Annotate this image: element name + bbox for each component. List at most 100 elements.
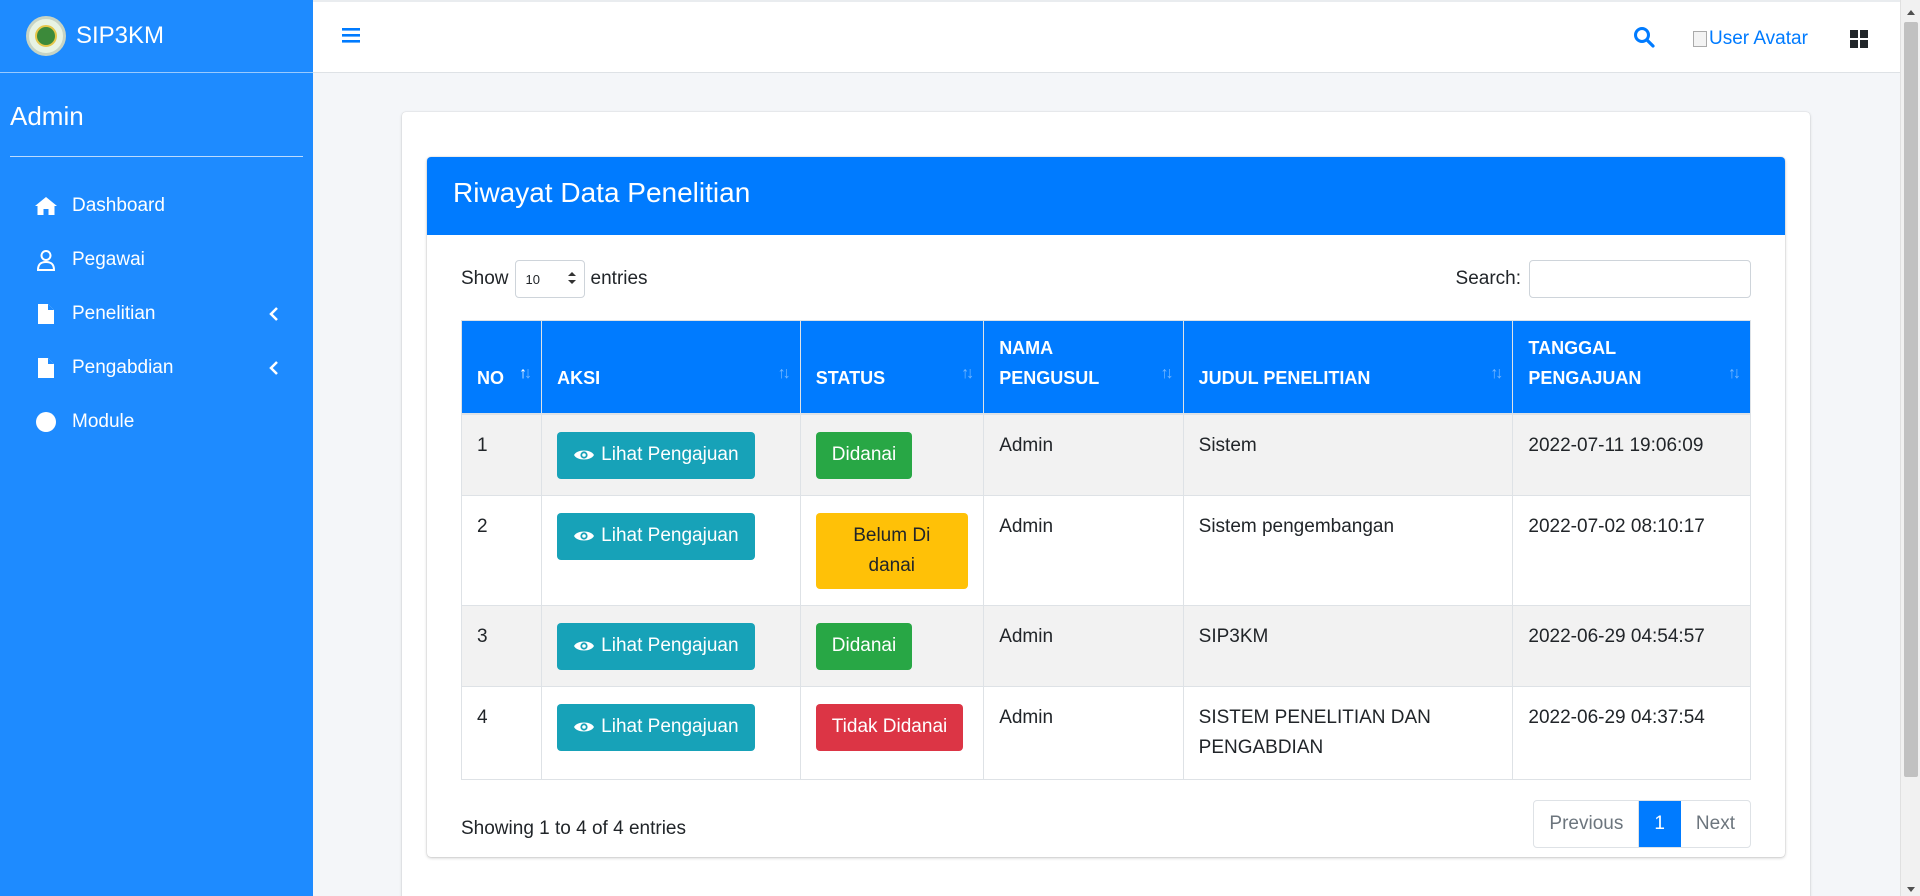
topbar: User Avatar — [313, 0, 1900, 73]
lihat-pengajuan-button[interactable]: Lihat Pengajuan — [557, 431, 755, 479]
cell-tanggal: 2022-06-29 04:37:54 — [1512, 685, 1751, 780]
pagination-previous[interactable]: Previous — [1534, 800, 1640, 847]
sort-icon: ↑↓ — [1160, 364, 1174, 382]
cell-status: Tidak Didanai — [799, 685, 985, 780]
brand-logo — [26, 16, 66, 56]
sidebar-nav: Dashboard Pegawai Penelitian Pengabdian — [0, 179, 313, 449]
cell-judul: SIP3KM — [1182, 604, 1514, 687]
brand-name: SIP3KM — [76, 22, 165, 49]
cell-aksi: Lihat Pengajuan — [541, 494, 801, 606]
cell-no: 4 — [460, 685, 543, 780]
show-label: Show — [461, 268, 509, 289]
sidebar-item-pegawai[interactable]: Pegawai — [0, 233, 313, 287]
scrollbar-thumb[interactable] — [1904, 22, 1918, 777]
cell-aksi: Lihat Pengajuan — [541, 413, 801, 496]
research-table: NO ↑↓ AKSI ↑↓ STATUS ↑↓ NAMA PENGUSUL ↑↓ JUDU… — [460, 320, 1751, 780]
broken-image-icon — [1693, 31, 1707, 47]
user-name[interactable]: Admin — [10, 101, 303, 132]
scroll-down-arrow-icon[interactable] — [1906, 881, 1916, 892]
lihat-pengajuan-button[interactable]: Lihat Pengajuan — [557, 512, 755, 560]
file-icon — [34, 356, 58, 380]
circle-icon — [34, 410, 58, 434]
status-badge: Tidak Didanai — [815, 703, 964, 751]
cell-pengusul: Admin — [983, 685, 1184, 780]
user-avatar-alt-text: User Avatar — [1709, 28, 1808, 49]
sidebar: SIP3KM Admin Dashboard Pegawai Penelitia… — [0, 0, 313, 896]
entries-select[interactable]: 10 — [514, 260, 585, 298]
sort-icon: ↑↓ — [961, 364, 974, 382]
pagination: Previous 1 Next — [1533, 799, 1751, 848]
cell-no: 1 — [460, 413, 543, 496]
user-icon — [34, 248, 58, 272]
sort-icon: ↑↓ — [1490, 364, 1503, 382]
brand-link[interactable]: SIP3KM — [0, 0, 313, 73]
sort-icon: ↑↓ — [1728, 364, 1741, 382]
card-body: Show 10 entries Search: NO ↑↓ AKSI ↑↓ ST… — [427, 235, 1785, 875]
cell-tanggal: 2022-06-29 04:54:57 — [1512, 604, 1751, 687]
sort-icon: ↑↓ — [777, 364, 791, 382]
cell-pengusul: Admin — [983, 413, 1184, 496]
column-header-aksi[interactable]: AKSI ↑↓ — [541, 320, 801, 415]
column-header-nama-pengusul[interactable]: NAMA PENGUSUL ↑↓ — [983, 320, 1184, 415]
page-scrollbar[interactable] — [1900, 0, 1920, 896]
grid-icon[interactable] — [1849, 29, 1869, 49]
lihat-pengajuan-button[interactable]: Lihat Pengajuan — [557, 622, 755, 670]
cell-status: Belum Di danai — [799, 494, 985, 606]
column-header-judul-penelitian[interactable]: JUDUL PENELITIAN ↑↓ — [1182, 320, 1514, 415]
column-header-status[interactable]: STATUS ↑↓ — [799, 320, 985, 415]
cell-aksi: Lihat Pengajuan — [541, 685, 801, 780]
sidebar-item-label: Pengabdian — [72, 357, 174, 378]
search-icon[interactable] — [1633, 26, 1657, 50]
datatable-controls: Show 10 entries Search: — [461, 260, 1751, 300]
search-control: Search: — [1456, 260, 1751, 298]
eye-icon — [574, 641, 595, 651]
cell-pengusul: Admin — [983, 494, 1184, 606]
pagination-page-1[interactable]: 1 — [1639, 800, 1681, 847]
cell-tanggal: 2022-07-11 19:06:09 — [1512, 413, 1751, 496]
eye-icon — [574, 722, 595, 732]
sidebar-item-label: Pegawai — [72, 249, 145, 270]
card-header: Riwayat Data Penelitian — [427, 157, 1785, 235]
chevron-left-icon — [265, 304, 283, 324]
status-badge: Didanai — [815, 431, 913, 479]
user-avatar[interactable]: User Avatar — [1693, 28, 1808, 50]
status-badge: Didanai — [815, 622, 913, 670]
table-row: 4 Lihat Pengajuan Tidak Didanai Admin SI… — [460, 685, 1751, 780]
select-arrows-icon — [567, 271, 576, 288]
search-label: Search: — [1455, 268, 1521, 289]
scroll-up-arrow-icon[interactable] — [1906, 5, 1916, 15]
table-row: 3 Lihat Pengajuan Didanai Admin SIP3KM 2… — [460, 604, 1751, 687]
lihat-pengajuan-button[interactable]: Lihat Pengajuan — [557, 703, 755, 751]
sort-asc-icon: ↑↓ — [519, 364, 532, 382]
entries-label: entries — [590, 268, 648, 289]
user-panel: Admin — [10, 73, 303, 157]
sidebar-item-dashboard[interactable]: Dashboard — [0, 179, 313, 233]
search-input[interactable] — [1529, 260, 1751, 298]
sidebar-item-module[interactable]: Module — [0, 395, 313, 449]
sidebar-item-label: Penelitian — [72, 303, 156, 324]
pagination-next[interactable]: Next — [1681, 801, 1750, 847]
cell-no: 3 — [460, 604, 543, 687]
chevron-left-icon — [265, 358, 283, 378]
file-icon — [34, 302, 58, 326]
menu-toggle-icon[interactable] — [341, 26, 363, 48]
datatable-footer: Showing 1 to 4 of 4 entries Previous 1 N… — [461, 790, 1751, 850]
home-icon — [34, 194, 58, 218]
column-header-no[interactable]: NO ↑↓ — [460, 320, 543, 415]
table-row: 1 Lihat Pengajuan Didanai Admin Sistem 2… — [460, 413, 1751, 496]
cell-judul: Sistem pengembangan — [1182, 494, 1514, 606]
column-header-tanggal-pengajuan[interactable]: TANGGAL PENGAJUAN ↑↓ — [1512, 320, 1751, 415]
riwayat-card: Riwayat Data Penelitian Show 10 entries … — [427, 157, 1785, 857]
sidebar-item-penelitian[interactable]: Penelitian — [0, 287, 313, 341]
length-control: Show 10 entries — [461, 260, 648, 298]
cell-status: Didanai — [799, 413, 985, 496]
cell-judul: Sistem — [1182, 413, 1514, 496]
sidebar-item-pengabdian[interactable]: Pengabdian — [0, 341, 313, 395]
status-badge: Belum Di danai — [815, 512, 968, 589]
sidebar-item-label: Dashboard — [72, 195, 165, 216]
cell-tanggal: 2022-07-02 08:10:17 — [1512, 494, 1751, 606]
cell-status: Didanai — [799, 604, 985, 687]
cell-judul: SISTEM PENELITIAN DAN PENGABDIAN — [1182, 685, 1514, 780]
cell-pengusul: Admin — [983, 604, 1184, 687]
table-info: Showing 1 to 4 of 4 entries — [461, 817, 686, 839]
